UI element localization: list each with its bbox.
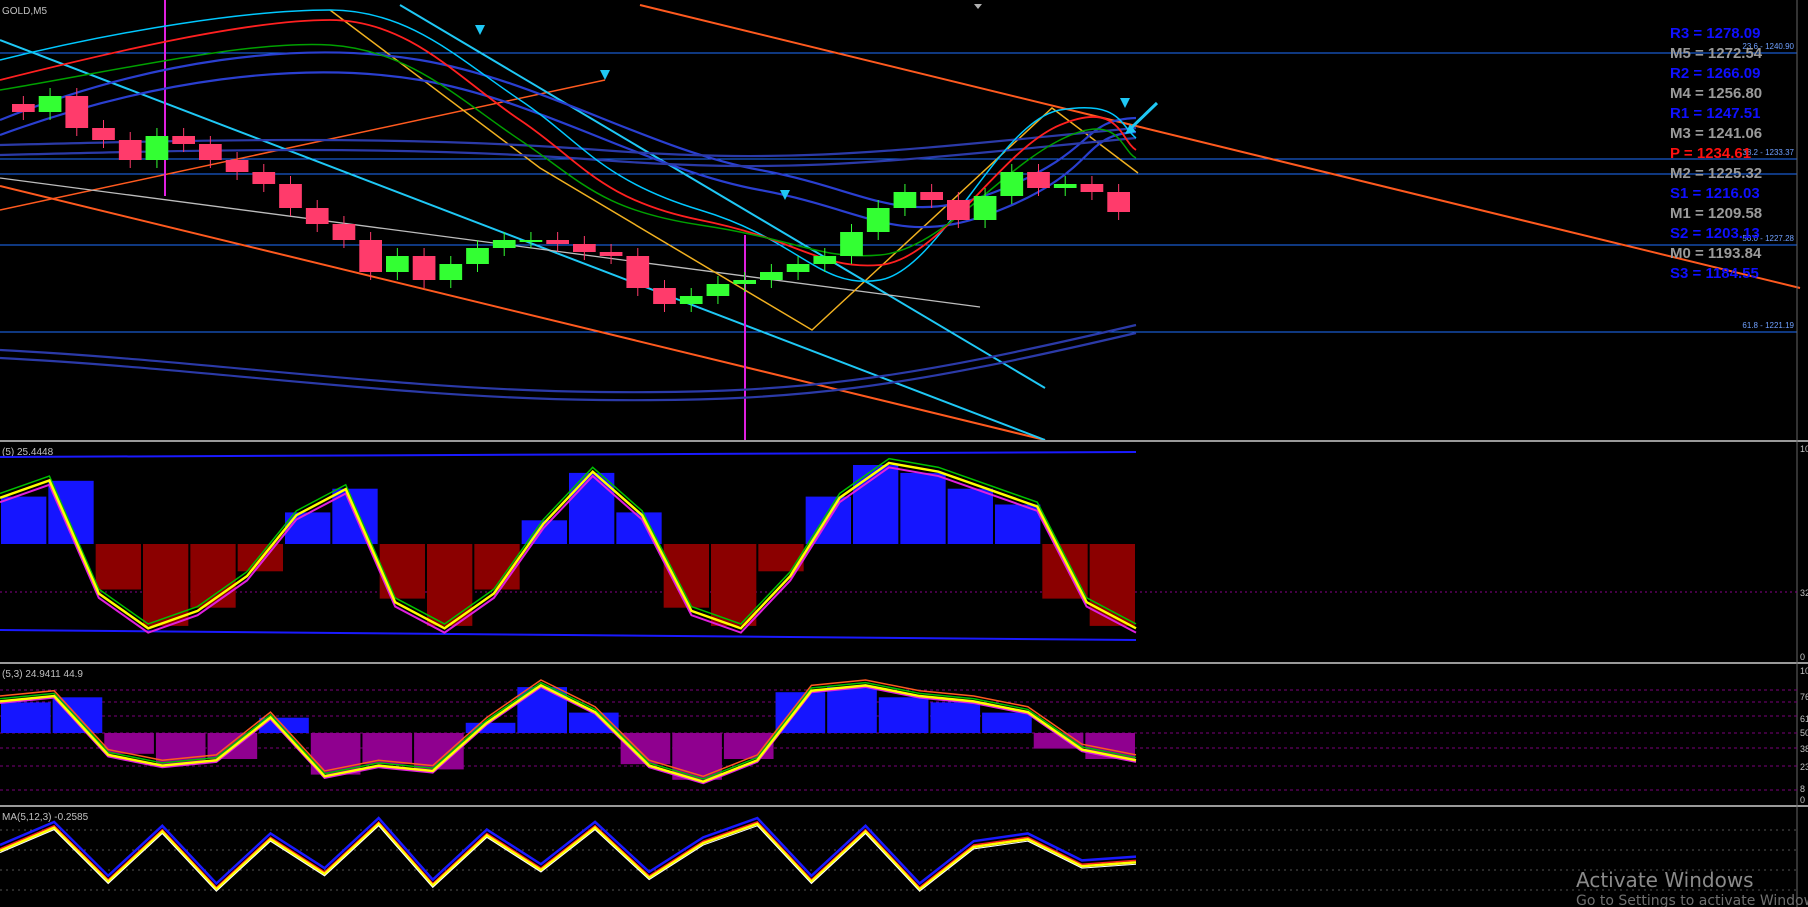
candle-body: [1107, 192, 1130, 212]
axis-tick-label: 50: [1800, 728, 1808, 738]
pivot-label: M2 = 1225.32: [1670, 165, 1762, 182]
candle-body: [118, 140, 142, 160]
candle-body: [1080, 184, 1104, 192]
symbol-label: GOLD,M5: [2, 6, 47, 17]
pivot-label: S2 = 1203.13: [1670, 225, 1760, 242]
candle-body: [492, 240, 516, 248]
pivot-label: R1 = 1247.51: [1670, 105, 1761, 122]
pivot-label: S3 = 1184.55: [1670, 265, 1759, 282]
histogram-bar: [95, 544, 141, 590]
axis-tick-label: 8: [1800, 784, 1805, 794]
axis-tick-label: 23: [1800, 762, 1808, 772]
activate-windows-subtitle: Go to Settings to activate Windows.: [1576, 893, 1808, 907]
axis-tick-label: 32: [1800, 588, 1808, 598]
pivot-label: S1 = 1216.03: [1670, 185, 1760, 202]
activate-windows-title: Activate Windows: [1576, 868, 1754, 892]
candle-body: [1053, 184, 1077, 188]
histogram-bar: [379, 544, 425, 599]
axis-tick-label: 0: [1800, 795, 1805, 805]
pivot-label: R3 = 1278.09: [1670, 25, 1761, 42]
histogram-bar: [362, 733, 413, 765]
pivot-label: M0 = 1193.84: [1670, 245, 1762, 262]
candle-body: [866, 208, 890, 232]
candle-body: [92, 128, 115, 140]
histogram-bar: [827, 687, 877, 733]
candle-body: [65, 96, 89, 128]
candle-body: [653, 288, 676, 304]
candle-body: [12, 104, 35, 112]
candle-body: [599, 252, 623, 256]
candle-body: [279, 184, 302, 208]
candle-body: [760, 272, 783, 280]
histogram-bar: [1, 496, 47, 544]
axis-tick-label: 76: [1800, 692, 1808, 702]
candle-body: [573, 244, 596, 252]
axis-tick-label: 0: [1800, 652, 1805, 662]
candle-body: [38, 96, 62, 112]
candle-body: [813, 256, 837, 264]
candle-body: [840, 232, 863, 256]
axis-tick-label: 61: [1800, 714, 1808, 724]
trading-chart[interactable]: GOLD,M5 23.6 - 1240.9038.2 - 1233.3750.0…: [0, 0, 1808, 907]
candle-body: [305, 208, 329, 224]
candle-body: [893, 192, 917, 208]
histogram-bar: [900, 472, 946, 544]
histogram-bar: [190, 544, 236, 608]
histogram-bar: [672, 733, 722, 780]
candle-body: [679, 296, 703, 304]
candle-body: [386, 256, 409, 272]
axis-tick-label: 10: [1800, 666, 1808, 676]
candle-body: [466, 248, 489, 264]
candle-body: [733, 280, 756, 284]
pivot-label: P = 1234.61: [1670, 145, 1751, 162]
histogram-bar: [711, 544, 757, 626]
candle-body: [172, 136, 195, 144]
pivot-label: R2 = 1266.09: [1670, 65, 1761, 82]
candle-body: [786, 264, 810, 272]
histogram-bar: [930, 702, 981, 733]
candle-body: [626, 256, 650, 288]
axis-tick-label: 10: [1800, 444, 1808, 454]
candle-body: [359, 240, 382, 272]
candle-body: [706, 284, 730, 296]
candle-body: [252, 172, 276, 184]
candle-body: [973, 196, 997, 220]
sub3-indicator-label: MA(5,12,3) -0.2585: [2, 812, 89, 823]
candle-body: [439, 264, 463, 280]
histogram-bar: [947, 488, 993, 544]
sub2-indicator-label: (5,3) 24.9411 44.9: [2, 669, 83, 680]
candle-body: [519, 240, 543, 242]
histogram-bar: [143, 544, 189, 626]
pivot-label: M4 = 1256.80: [1670, 85, 1762, 102]
candle-body: [1000, 172, 1024, 196]
candle-body: [546, 240, 569, 244]
histogram-bar: [878, 697, 929, 733]
candle-body: [1027, 172, 1050, 188]
axis-tick-label: 38: [1800, 744, 1808, 754]
candle-body: [145, 136, 169, 160]
fib-label: 61.8 - 1221.19: [1742, 321, 1794, 330]
pivot-label: M1 = 1209.58: [1670, 205, 1762, 222]
candle-body: [225, 160, 249, 172]
candle-body: [199, 144, 222, 160]
histogram-bar: [1089, 544, 1135, 626]
histogram-bar: [1, 702, 51, 733]
candle-body: [947, 200, 970, 220]
pivot-label: M3 = 1241.06: [1670, 125, 1762, 142]
candle-body: [920, 192, 943, 200]
histogram-bar: [982, 712, 1032, 733]
pivot-label: M5 = 1272.54: [1670, 45, 1763, 62]
candle-body: [412, 256, 436, 280]
candle-body: [332, 224, 356, 240]
